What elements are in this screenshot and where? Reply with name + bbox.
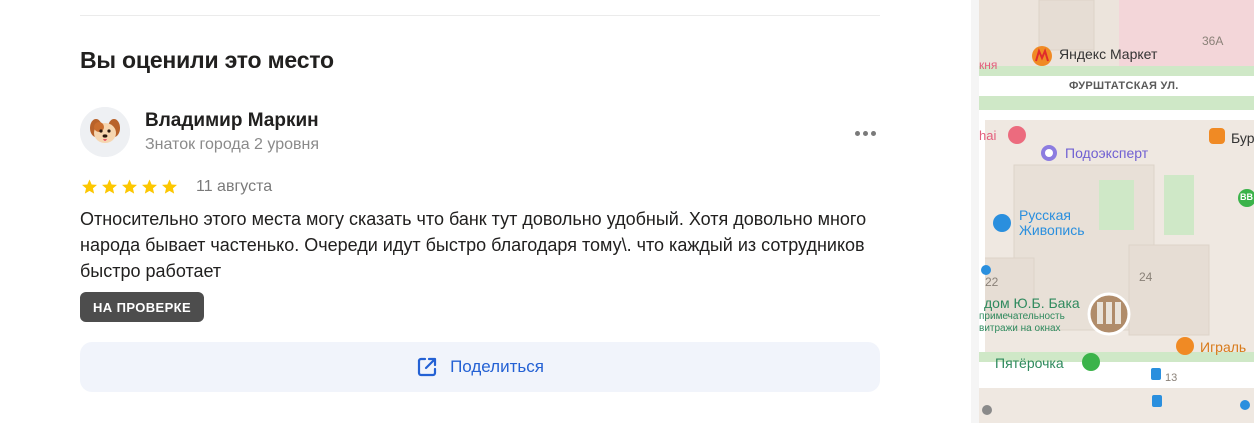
review-date: 11 августа (196, 178, 273, 195)
dot (862, 130, 868, 136)
dot (870, 130, 876, 136)
map-label-pyaterochka: Пятёрочка (995, 355, 1064, 371)
rating-stars (80, 178, 179, 196)
map-label-street: ФУРШТАТСКАЯ УЛ. (1069, 80, 1179, 92)
user-avatar[interactable] (80, 107, 130, 157)
star-icon (120, 178, 139, 196)
share-button[interactable]: Поделиться (80, 342, 880, 392)
map-label-left-fragment: кня (979, 58, 998, 72)
map-label-yandex-market: Яндекс Маркет (1059, 46, 1158, 62)
map-label-house-title: дом Ю.Б. Бака (984, 295, 1080, 311)
map-label-russkaya-1: Русская (1019, 207, 1071, 223)
star-icon (160, 178, 179, 196)
status-badge: НА ПРОВЕРКЕ (80, 292, 205, 322)
puppy-avatar-icon (80, 107, 130, 157)
map[interactable]: Яндекс Маркет 36А кня ФУРШТАТСКАЯ УЛ. ha… (979, 0, 1254, 423)
more-dots-icon[interactable] (850, 125, 880, 141)
user-level: Знаток города 2 уровня (145, 136, 320, 153)
share-label: Поделиться (450, 357, 544, 376)
map-label-hai: hai (979, 128, 997, 143)
user-name[interactable]: Владимир Маркин (145, 110, 319, 132)
map-label-24: 24 (1139, 270, 1153, 284)
dot (854, 130, 860, 136)
share-icon (416, 356, 438, 378)
map-label-bb: ВВ (1240, 192, 1253, 202)
map-label-bur: Бур (1231, 130, 1254, 146)
map-label-house-sub2: витражи на окнах (979, 323, 1061, 334)
section-title: Вы оценили это место (80, 47, 334, 73)
map-label-13: 13 (1165, 372, 1178, 384)
star-icon (80, 178, 99, 196)
map-border (971, 0, 979, 423)
review-text: Относительно этого места могу сказать чт… (80, 209, 867, 281)
star-icon (100, 178, 119, 196)
map-label-house-sub1: примечательность (979, 311, 1065, 322)
star-icon (140, 178, 159, 196)
map-label-russkaya-2: Живопись (1019, 222, 1085, 238)
map-label-36a: 36А (1202, 34, 1224, 48)
map-label-22: 22 (985, 275, 999, 289)
map-label-podoexpert: Подоэксперт (1065, 145, 1149, 161)
top-divider (80, 15, 880, 16)
map-label-igral: Играль (1200, 339, 1247, 355)
